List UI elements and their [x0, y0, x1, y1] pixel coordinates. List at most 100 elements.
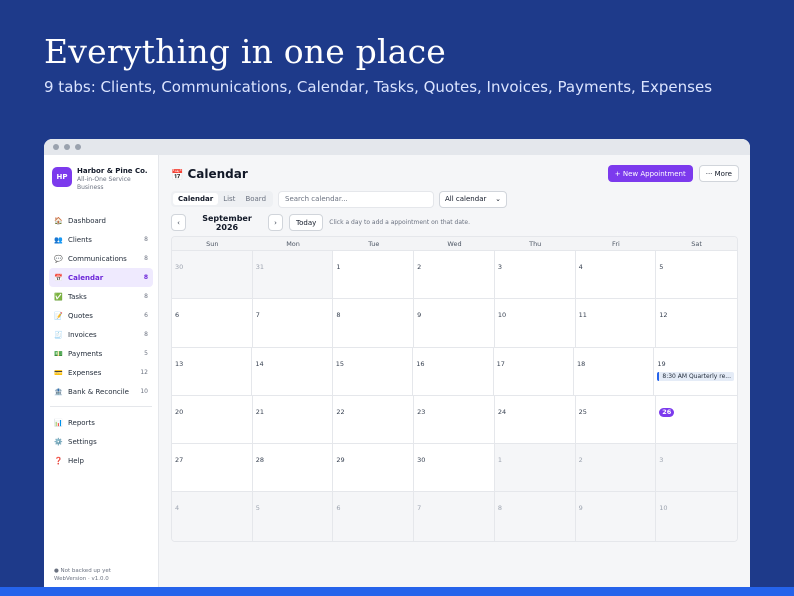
hero-subtitle: 9 tabs: Clients, Communications, Calenda… [44, 78, 713, 96]
calendar-day[interactable]: 30 [414, 444, 495, 492]
calendar-event[interactable]: 8:30 AM Quarterly re... [657, 371, 734, 381]
calendar-day[interactable]: 14 [252, 347, 333, 395]
calendar-day[interactable]: 2 [414, 251, 495, 299]
sidebar-item-label: Bank & Reconcile [68, 387, 129, 396]
calendar-day[interactable]: 24 [495, 395, 576, 444]
next-month-button[interactable]: › [268, 214, 283, 231]
calendar-day[interactable]: 13 [172, 347, 253, 395]
day-number: 8 [497, 504, 502, 513]
weekday-label: Mon [286, 239, 300, 248]
prev-month-button[interactable]: ‹ [171, 214, 186, 231]
calendar-day[interactable]: 6 [172, 299, 253, 347]
calendar-day[interactable]: 31 [252, 251, 334, 299]
calendar-day[interactable]: 21 [253, 395, 334, 444]
search-input[interactable]: Search calendar... [278, 190, 435, 208]
month-navigation: ‹ September 2026 › Today Click a day to … [171, 214, 739, 232]
calendar-day[interactable]: 20 [172, 395, 253, 444]
sidebar-item-settings[interactable]: ⚙️ Settings [49, 432, 153, 451]
sidebar-item-bank-reconcile[interactable]: 🏦 Bank & Reconcile 10 [49, 382, 153, 401]
calendar-day[interactable]: 1 [333, 251, 415, 299]
sidebar-item-payments[interactable]: 💵 Payments 5 [49, 344, 153, 363]
window-titlebar [44, 139, 750, 155]
new-appointment-button[interactable]: + New Appointment [607, 165, 693, 182]
calendar-day[interactable]: 30 [172, 251, 253, 299]
tab-calendar[interactable]: Calendar [173, 193, 219, 205]
sidebar-item-tasks[interactable]: ✅ Tasks 8 [49, 287, 153, 306]
calendar-week: 6 7 8 9 10 11 12 [172, 299, 737, 348]
day-number: 20 [175, 407, 184, 416]
calendar-day[interactable]: 10 [495, 299, 576, 347]
calendar-day[interactable]: 28 [253, 444, 334, 492]
calendar-day[interactable]: 5 [656, 251, 737, 298]
window-dot-close[interactable] [53, 144, 59, 150]
calendar-day[interactable]: 6 [333, 492, 415, 541]
day-number: 13 [175, 359, 184, 368]
day-number: 27 [175, 456, 184, 465]
calendar-day[interactable]: 12 [656, 299, 737, 346]
day-number: 18 [576, 359, 586, 368]
day-number: 24 [497, 407, 507, 416]
sidebar-item-calendar[interactable]: 📅 Calendar 8 [49, 268, 153, 287]
calendar-day[interactable]: 16 [413, 347, 494, 395]
calendar-hint: Click a day to add a appointment on that… [329, 219, 470, 226]
calendar-day[interactable]: 25 [576, 395, 657, 444]
calendar-day[interactable]: 9 [414, 299, 495, 347]
calendar-day[interactable]: 1 [494, 444, 576, 492]
calendar-icon: 📅 [171, 169, 184, 181]
calendar-day[interactable]: 5 [252, 492, 334, 541]
tab-board[interactable]: Board [240, 193, 271, 205]
sidebar-item-reports[interactable]: 📊 Reports [49, 413, 153, 432]
window-dot-minimize[interactable] [64, 144, 70, 150]
chevron-down-icon: ⌄ [495, 195, 502, 203]
brand-tagline: All-in-One Service Business [77, 176, 131, 191]
calendar-day[interactable]: 15 [333, 347, 414, 395]
sidebar-item-invoices[interactable]: 🧾 Invoices 8 [49, 325, 153, 344]
calendar-day[interactable]: 4 [576, 251, 657, 299]
more-button[interactable]: ··· More [698, 165, 739, 182]
calendar-day[interactable]: 9 [575, 492, 657, 541]
sidebar-item-clients[interactable]: 👥 Clients 8 [49, 230, 153, 249]
main-content: 📅 Calendar + New Appointment ··· More Cal… [160, 155, 750, 589]
calendar-day[interactable]: 7 [414, 492, 495, 541]
calendar-day[interactable]: 22 [333, 395, 415, 444]
sidebar-item-label: Communications [68, 254, 127, 263]
calendar-day[interactable]: 8 [333, 299, 415, 347]
calendar-day[interactable]: 4 [172, 492, 253, 541]
day-number: 6 [336, 504, 341, 513]
calendar-day[interactable]: 29 [333, 444, 415, 492]
sidebar-item-communications[interactable]: 💬 Communications 8 [49, 249, 153, 268]
page-header: 📅 Calendar + New Appointment ··· More [171, 165, 739, 182]
calendar-day[interactable]: 11 [576, 299, 657, 347]
brand: HP Harbor & Pine Co. All-in-One Service … [44, 155, 158, 211]
day-number: 12 [659, 311, 668, 320]
window-dot-maximize[interactable] [75, 144, 81, 150]
sidebar-item-help[interactable]: ❓ Help [49, 451, 153, 470]
page-title-text: Calendar [187, 166, 248, 181]
calendar-filter-value: All calendar [445, 195, 487, 203]
day-number: 3 [497, 263, 502, 271]
day-number: 9 [578, 504, 583, 513]
calendar-day[interactable]: 7 [253, 299, 334, 347]
calendar-day[interactable]: 10 [656, 492, 737, 541]
day-number: 15 [335, 359, 345, 368]
calendar-day[interactable]: 19 8:30 AM Quarterly re... [654, 348, 737, 395]
calendar-day[interactable]: 17 [494, 347, 574, 395]
day-number: 6 [175, 311, 180, 320]
sidebar-item-quotes[interactable]: 📝 Quotes 6 [49, 306, 153, 325]
calendar-day[interactable]: 8 [494, 492, 576, 541]
sidebar-item-dashboard[interactable]: 🏠 Dashboard [49, 211, 153, 230]
calendar-day[interactable]: 3 [656, 444, 737, 492]
calendar-day[interactable]: 3 [495, 251, 576, 299]
weekday-header: Sun Mon Tue Wed Thu Fri Sat [172, 237, 737, 251]
calendar-day[interactable]: 23 [414, 395, 495, 444]
calendar-filter-select[interactable]: All calendar ⌄ [439, 190, 508, 208]
tab-list[interactable]: List [218, 193, 240, 205]
calendar-day[interactable]: 26 [656, 396, 737, 443]
calendar-day[interactable]: 2 [575, 444, 657, 492]
calendar-day[interactable]: 27 [172, 444, 253, 492]
sidebar-item-expenses[interactable]: 💳 Expenses 12 [49, 363, 153, 382]
backup-status-text: ● Not backed up yet [54, 568, 111, 574]
calendar-day[interactable]: 18 [574, 347, 655, 395]
today-button[interactable]: Today [289, 214, 324, 231]
day-number: 8 [336, 311, 341, 320]
